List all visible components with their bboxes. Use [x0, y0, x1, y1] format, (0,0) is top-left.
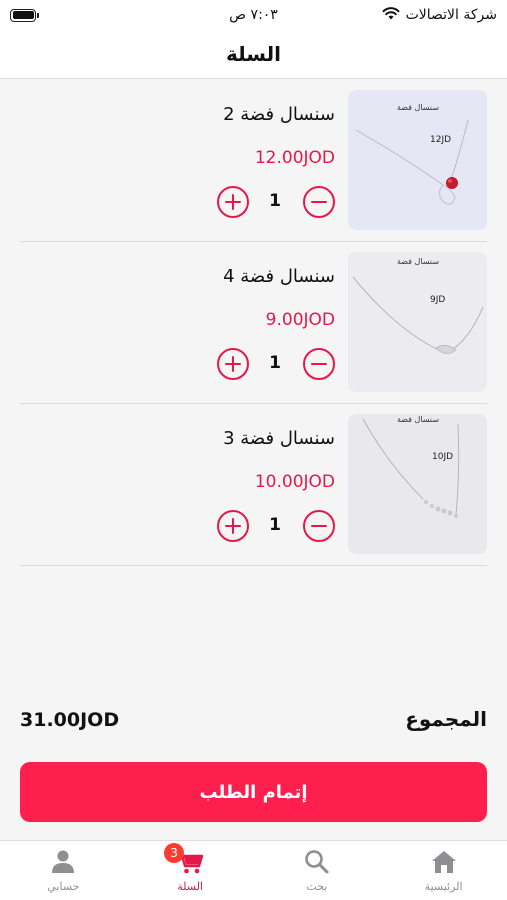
- battery-icon: [10, 8, 39, 22]
- quantity-stepper: 1: [215, 186, 335, 218]
- decrease-quantity-button[interactable]: [303, 510, 335, 542]
- quantity-value: 1: [269, 353, 281, 373]
- item-price: 10.00JOD: [254, 472, 335, 492]
- tab-label: السلة: [177, 880, 203, 893]
- total-value: 31.00JOD: [20, 709, 120, 731]
- cart-item: سنسال فضة 10JD سنسال فضة 3 10.00JOD 1: [20, 404, 487, 566]
- image-price-tag: 12JD: [430, 135, 451, 145]
- cart-item: سنسال فضة 12JD سنسال فضة 2 12.00JOD 1: [20, 80, 487, 242]
- cart-icon: 3: [164, 843, 204, 875]
- tab-label: بحث: [306, 880, 328, 893]
- item-price: 9.00JOD: [265, 310, 335, 330]
- image-caption: سنسال فضة: [397, 103, 439, 112]
- image-price-tag: 10JD: [432, 452, 453, 462]
- cart-list: سنسال فضة 12JD سنسال فضة 2 12.00JOD 1 سن…: [0, 80, 507, 566]
- status-bar: ٧:٠٣ ص شركة الاتصالات: [0, 0, 507, 30]
- wifi-icon: [382, 6, 400, 24]
- person-icon: [49, 849, 77, 875]
- home-icon: [430, 849, 458, 875]
- item-price: 12.00JOD: [254, 148, 335, 168]
- product-image[interactable]: سنسال فضة 12JD: [348, 90, 487, 230]
- tab-cart[interactable]: 3 السلة: [127, 841, 254, 900]
- quantity-value: 1: [269, 515, 281, 535]
- increase-quantity-button[interactable]: [217, 348, 249, 380]
- quantity-stepper: 1: [215, 510, 335, 542]
- quantity-value: 1: [269, 191, 281, 211]
- carrier-name: شركة الاتصالات: [405, 7, 497, 23]
- tab-label: حسابي: [47, 880, 80, 893]
- tab-home[interactable]: الرئيسية: [380, 841, 507, 900]
- increase-quantity-button[interactable]: [217, 510, 249, 542]
- tab-account[interactable]: حسابي: [0, 841, 127, 900]
- item-name[interactable]: سنسال فضة 3: [223, 428, 335, 449]
- decrease-quantity-button[interactable]: [303, 186, 335, 218]
- tab-label: الرئيسية: [424, 880, 463, 893]
- item-name[interactable]: سنسال فضة 4: [223, 266, 335, 287]
- search-icon: [303, 849, 331, 875]
- product-image[interactable]: سنسال فضة 10JD: [348, 414, 487, 554]
- minus-icon: [311, 200, 327, 204]
- minus-icon: [311, 524, 327, 528]
- cart-item: سنسال فضة 9JD سنسال فضة 4 9.00JOD 1: [20, 242, 487, 404]
- page-title: السلة: [225, 42, 281, 66]
- item-name[interactable]: سنسال فضة 2: [223, 104, 335, 125]
- decrease-quantity-button[interactable]: [303, 348, 335, 380]
- image-caption: سنسال فضة: [397, 257, 439, 266]
- page-header: السلة: [0, 30, 507, 79]
- image-caption: سنسال فضة: [397, 415, 439, 424]
- checkout-button[interactable]: إتمام الطلب: [20, 762, 487, 822]
- cart-count-badge: 3: [164, 843, 185, 863]
- image-price-tag: 9JD: [430, 295, 445, 305]
- product-image[interactable]: سنسال فضة 9JD: [348, 252, 487, 392]
- tab-bar: حسابي 3 السلة بحث الرئيسية: [0, 840, 507, 900]
- total-label: المجموع: [405, 707, 487, 731]
- increase-quantity-button[interactable]: [217, 186, 249, 218]
- quantity-stepper: 1: [215, 348, 335, 380]
- minus-icon: [311, 362, 327, 366]
- tab-search[interactable]: بحث: [254, 841, 381, 900]
